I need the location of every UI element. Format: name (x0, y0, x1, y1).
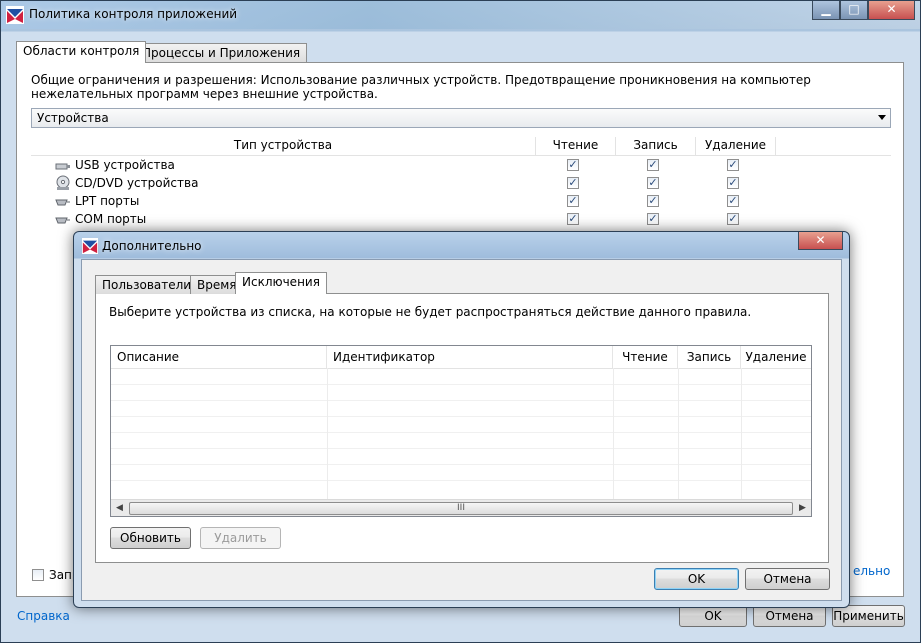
scroll-right-icon[interactable]: ▶ (794, 500, 811, 516)
read-checkbox[interactable]: ✓ (567, 177, 579, 189)
tab-exceptions[interactable]: Исключения (235, 272, 327, 294)
grid-line (111, 400, 811, 401)
col-delete[interactable]: Удаление (696, 137, 776, 155)
restrict-checkbox[interactable] (32, 569, 44, 581)
main-cancel-button[interactable]: Отмена (753, 605, 826, 627)
grid-line (111, 448, 811, 449)
apply-button[interactable]: Применить (832, 605, 905, 627)
tab-control-areas[interactable]: Области контроля (16, 41, 147, 63)
device-label: LPT порты (75, 194, 140, 208)
refresh-button[interactable]: Обновить (110, 527, 191, 549)
main-title-bar[interactable]: Политика контроля приложений ▁ □ ✕ (1, 1, 920, 29)
scroll-left-icon[interactable]: ◀ (111, 500, 128, 516)
col-read[interactable]: Чтение (536, 137, 616, 155)
grid-line (111, 480, 811, 481)
col-write[interactable]: Запись (678, 346, 741, 368)
dialog-title: Дополнительно (102, 239, 202, 253)
horizontal-scrollbar[interactable]: ◀ III ▶ (111, 499, 811, 516)
app-logo-icon (82, 238, 98, 254)
device-label: USB устройства (75, 158, 175, 172)
col-device-type[interactable]: Тип устройства (31, 137, 536, 155)
category-select[interactable]: Устройства (31, 108, 891, 128)
help-link[interactable]: Справка (17, 609, 70, 623)
col-identifier[interactable]: Идентификатор (327, 346, 613, 368)
grid-line (111, 432, 811, 433)
usb-icon (55, 163, 70, 170)
scroll-thumb[interactable]: III (129, 502, 793, 515)
col-delete[interactable]: Удаление (741, 346, 811, 368)
exceptions-grid: Описание Идентификатор Чтение Запись Уда… (110, 345, 812, 517)
grid-header-divider (111, 368, 811, 369)
read-checkbox[interactable]: ✓ (567, 213, 579, 225)
grid-column-line (741, 368, 742, 500)
col-read[interactable]: Чтение (613, 346, 678, 368)
device-table: Тип устройства Чтение Запись Удаление US… (31, 137, 891, 237)
table-row[interactable]: LPT порты ✓ ✓ ✓ (31, 193, 891, 211)
read-checkbox[interactable]: ✓ (567, 159, 579, 171)
delete-checkbox[interactable]: ✓ (727, 213, 739, 225)
write-checkbox[interactable]: ✓ (647, 195, 659, 207)
table-row[interactable]: USB устройства ✓ ✓ ✓ (31, 157, 891, 175)
delete-checkbox[interactable]: ✓ (727, 195, 739, 207)
policy-description: Общие ограничения и разрешения: Использо… (31, 73, 811, 101)
dialog-ok-button[interactable]: OK (654, 568, 739, 590)
minimize-button[interactable]: ▁ (812, 1, 840, 20)
table-row[interactable]: COM порты ✓ ✓ ✓ (31, 211, 891, 229)
write-checkbox[interactable]: ✓ (647, 159, 659, 171)
grid-line (111, 416, 811, 417)
tab-users[interactable]: Пользователи (95, 275, 199, 294)
close-button[interactable]: ✕ (868, 1, 915, 20)
grid-line (111, 464, 811, 465)
dialog-close-button[interactable]: ✕ (798, 232, 843, 250)
delete-button[interactable]: Удалить (200, 527, 281, 549)
port-icon (55, 217, 70, 224)
grid-column-line (678, 368, 679, 500)
write-checkbox[interactable]: ✓ (647, 213, 659, 225)
port-icon (55, 199, 70, 206)
dialog-cancel-button[interactable]: Отмена (745, 568, 830, 590)
device-label: COM порты (75, 212, 147, 226)
category-select-value: Устройства (37, 111, 109, 125)
main-window-title: Политика контроля приложений (29, 7, 238, 21)
col-description[interactable]: Описание (111, 346, 327, 368)
maximize-button[interactable]: □ (840, 1, 868, 20)
device-label: CD/DVD устройства (75, 176, 199, 190)
delete-checkbox[interactable]: ✓ (727, 159, 739, 171)
col-write[interactable]: Запись (616, 137, 696, 155)
additional-link[interactable]: ельно (853, 564, 890, 578)
delete-checkbox[interactable]: ✓ (727, 177, 739, 189)
grid-column-line (613, 368, 614, 500)
grid-line (111, 384, 811, 385)
app-logo-icon (6, 6, 24, 24)
table-row[interactable]: CD/DVD устройства ✓ ✓ ✓ (31, 175, 891, 193)
exceptions-instruction: Выберите устройства из списка, на которы… (109, 305, 752, 319)
write-checkbox[interactable]: ✓ (647, 177, 659, 189)
chevron-down-icon (878, 115, 886, 120)
tab-processes-apps[interactable]: Процессы и Приложения (135, 43, 308, 63)
cd-dvd-icon (56, 175, 70, 190)
grid-column-line (327, 368, 328, 500)
header-divider (31, 155, 891, 156)
main-ok-button[interactable]: OK (679, 605, 747, 627)
read-checkbox[interactable]: ✓ (567, 195, 579, 207)
